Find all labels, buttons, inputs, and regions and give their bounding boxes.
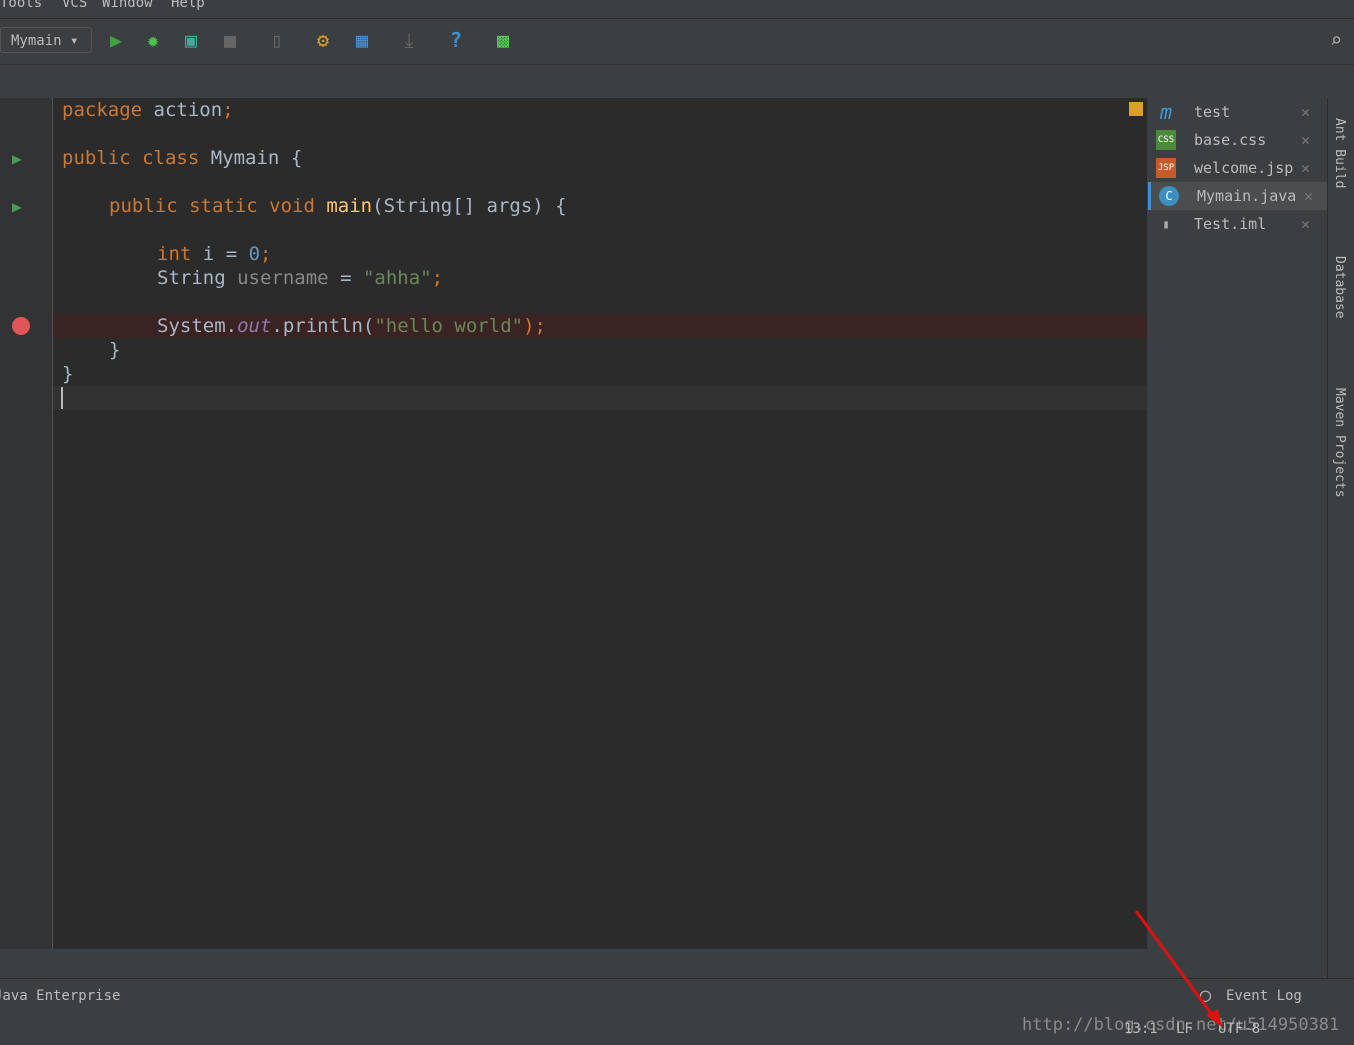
chevron-down-icon: ▾ [70, 33, 79, 49]
file-icon: ▮ [1162, 217, 1170, 231]
menu-help[interactable]: Help [171, 0, 205, 11]
css-file-icon: CSS [1156, 130, 1176, 150]
caret-line-highlight [53, 386, 1147, 410]
warning-indicator[interactable] [1129, 102, 1143, 116]
menu-vcs[interactable]: VCS [62, 0, 87, 11]
text-caret [61, 387, 63, 409]
close-icon[interactable]: ✕ [1301, 154, 1310, 182]
code-line: } [62, 363, 74, 385]
jsp-file-icon: JSP [1156, 158, 1176, 178]
run-gutter-icon[interactable]: ▶ [12, 197, 22, 216]
project-structure-icon[interactable]: ▦ [351, 29, 373, 51]
search-icon[interactable]: ⌕ [1325, 29, 1347, 51]
right-tool-bar: Ant Build Database Maven Projects [1327, 98, 1354, 978]
code-line: public class Mymain { [62, 147, 303, 169]
menu-tools[interactable]: Tools [0, 0, 42, 11]
code-line: int i = 0; [157, 243, 272, 265]
stop-icon[interactable]: ■ [219, 29, 241, 51]
recent-files-panel: m test ✕ CSS base.css ✕ JSP welcome.jsp ✕ C Mym… [1148, 98, 1329, 238]
build-icon[interactable]: ▯ [266, 29, 288, 51]
breakpoint-icon[interactable] [12, 317, 30, 335]
maven-projects-tool[interactable]: Maven Projects [1332, 388, 1347, 498]
coverage-icon[interactable]: ▣ [180, 29, 202, 51]
run-gutter-icon[interactable]: ▶ [12, 149, 22, 168]
ant-build-tool[interactable]: Ant Build [1332, 118, 1347, 188]
tab-mymain-java[interactable]: C Mymain.java ✕ [1148, 182, 1329, 210]
run-icon[interactable]: ▶ [105, 29, 127, 51]
sdk-icon[interactable]: ▩ [492, 29, 514, 51]
run-config-label: Mymain [11, 33, 62, 49]
tab-test[interactable]: m test ✕ [1148, 98, 1326, 126]
menu-window[interactable]: Window [102, 0, 153, 11]
settings-icon[interactable]: ⚙ [312, 29, 334, 51]
help-icon[interactable]: ? [445, 29, 467, 51]
debug-icon[interactable]: ✹ [142, 29, 164, 51]
java-class-icon: C [1159, 186, 1179, 206]
code-line: public static void main(String[] args) { [109, 195, 567, 217]
red-arrow-annotation [1134, 910, 1222, 1027]
java-enterprise-tool[interactable]: Java Enterprise [0, 988, 120, 1004]
toolbar: Mymain ▾ ▶ ✹ ▣ ■ ▯ ⚙ ▦ ⤓ ? ▩ ⌕ [0, 19, 1354, 65]
close-icon[interactable]: ✕ [1301, 210, 1310, 238]
event-log-tool[interactable]: Event Log [1226, 988, 1302, 1004]
maven-icon: m [1159, 100, 1173, 124]
tab-test-iml[interactable]: ▮ Test.iml ✕ [1148, 210, 1326, 238]
tab-base-css[interactable]: CSS base.css ✕ [1148, 126, 1326, 154]
code-line: } [109, 339, 121, 361]
close-icon[interactable]: ✕ [1301, 126, 1310, 154]
close-icon[interactable]: ✕ [1304, 182, 1313, 210]
code-line: System.out.println("hello world"); [157, 315, 546, 337]
menu-bar: Tools VCS Window Help [0, 0, 1354, 19]
run-config-select[interactable]: Mymain ▾ [0, 27, 92, 53]
tab-welcome-jsp[interactable]: JSP welcome.jsp ✕ [1148, 154, 1326, 182]
code-line: String username = "ahha"; [157, 267, 444, 289]
database-tool[interactable]: Database [1332, 256, 1347, 319]
code-editor[interactable]: ▶ ▶ package action; public class Mymain … [0, 98, 1147, 949]
close-icon[interactable]: ✕ [1301, 98, 1310, 126]
code-line: package action; [62, 99, 234, 121]
update-icon[interactable]: ⤓ [398, 29, 420, 51]
gutter: ▶ ▶ [0, 98, 53, 949]
